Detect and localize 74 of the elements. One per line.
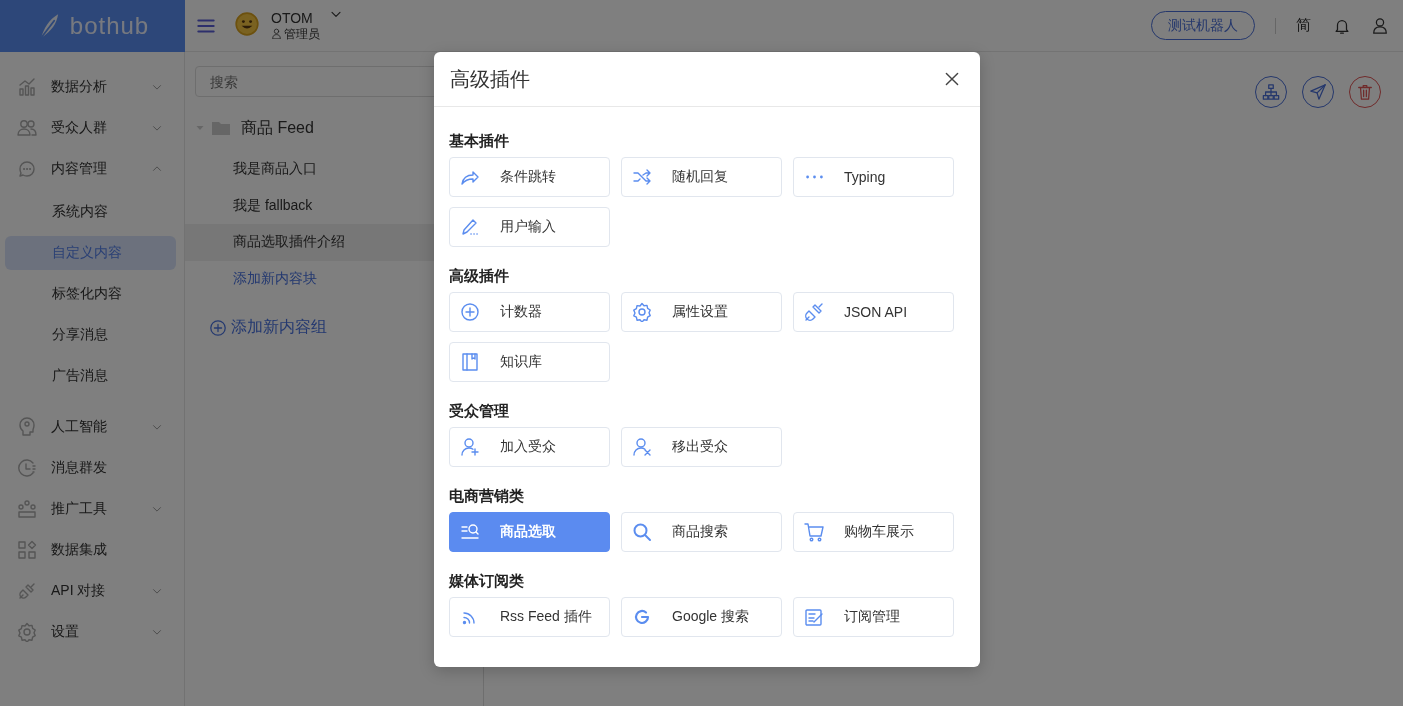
g-logo-icon xyxy=(632,607,652,627)
submenu-item[interactable]: 标签化内容 xyxy=(5,277,176,311)
section-title: 高级插件 xyxy=(449,266,510,286)
menu-item[interactable]: 推广工具 xyxy=(0,488,184,529)
menu-item[interactable]: 受众人群 xyxy=(0,107,184,148)
chat-icon xyxy=(17,158,37,179)
plug-icon xyxy=(804,302,824,322)
smiley-icon xyxy=(235,11,259,36)
plugin-button[interactable]: Typing xyxy=(793,157,954,197)
add-group-link[interactable]: 添加新内容组 xyxy=(209,317,327,338)
menu-item[interactable]: 设置 xyxy=(0,611,184,652)
apps-icon xyxy=(17,539,37,560)
dots-icon xyxy=(805,175,823,179)
dialog-title: 高级插件 xyxy=(450,66,530,92)
plugin-button[interactable]: JSON API xyxy=(793,292,954,332)
user-remove-icon xyxy=(632,437,652,457)
plugin-button[interactable]: 订阅管理 xyxy=(793,597,954,637)
plugin-button[interactable]: 知识库 xyxy=(449,342,610,382)
section-title: 媒体订阅类 xyxy=(449,571,525,591)
close-button[interactable] xyxy=(944,71,960,87)
structure-button[interactable] xyxy=(1255,76,1287,108)
list-search-icon xyxy=(460,522,480,542)
add-block-link[interactable]: 添加新内容块 xyxy=(233,269,317,288)
hierarchy-icon xyxy=(1262,83,1280,101)
plugin-button[interactable]: 计数器 xyxy=(449,292,610,332)
plugin-button[interactable]: 移出受众 xyxy=(621,427,782,467)
user-role: 管理员 xyxy=(284,25,320,42)
search-icon xyxy=(632,522,652,542)
send-icon xyxy=(1309,83,1327,101)
plugin-button[interactable]: 属性设置 xyxy=(621,292,782,332)
section-title: 受众管理 xyxy=(449,401,510,421)
plugin-button[interactable]: 用户输入 xyxy=(449,207,610,247)
send-button[interactable] xyxy=(1302,76,1334,108)
menu-item[interactable]: 内容管理 xyxy=(0,148,184,189)
menu-item[interactable]: 消息群发 xyxy=(0,447,184,488)
logo-text: bothub xyxy=(69,12,150,40)
gear-icon xyxy=(632,302,652,322)
person-icon xyxy=(271,28,282,39)
close-icon xyxy=(944,71,960,87)
podium-icon xyxy=(17,498,37,519)
people-icon xyxy=(17,117,37,138)
plugin-button[interactable]: 加入受众 xyxy=(449,427,610,467)
plugin-button[interactable]: 购物车展示 xyxy=(793,512,954,552)
plus-circle-icon xyxy=(209,318,227,337)
submenu-item[interactable]: 系统内容 xyxy=(5,195,176,229)
plugin-button[interactable]: 条件跳转 xyxy=(449,157,610,197)
plugin-button[interactable]: 商品选取 xyxy=(449,512,610,552)
cart-icon xyxy=(804,522,824,542)
menu-item[interactable]: 数据分析 xyxy=(0,66,184,107)
plugin-button[interactable]: 随机回复 xyxy=(621,157,782,197)
shuffle-icon xyxy=(632,167,652,187)
chart-icon xyxy=(17,76,37,97)
language-toggle[interactable]: 简 xyxy=(1296,16,1311,35)
head-icon xyxy=(17,416,37,437)
checklist-icon xyxy=(804,607,824,627)
trash-icon xyxy=(1356,83,1374,101)
plugin-button[interactable]: 商品搜索 xyxy=(621,512,782,552)
book-icon xyxy=(460,352,480,372)
section-title: 基本插件 xyxy=(449,131,510,151)
pencil-icon xyxy=(460,217,480,237)
plugin-button[interactable]: Rss Feed 插件 xyxy=(449,597,610,637)
menu-item[interactable]: 数据集成 xyxy=(0,529,184,570)
user-plus-icon xyxy=(460,437,480,457)
plus-circle-icon xyxy=(460,302,480,322)
delete-button[interactable] xyxy=(1349,76,1381,108)
submenu-item[interactable]: 广告消息 xyxy=(5,359,176,393)
submenu-item[interactable]: 分享消息 xyxy=(5,318,176,352)
clock-icon xyxy=(17,457,37,478)
gear-icon xyxy=(17,621,37,642)
section-title: 电商营销类 xyxy=(449,486,525,506)
plugin-button[interactable]: Google 搜索 xyxy=(621,597,782,637)
menu-item[interactable]: 人工智能 xyxy=(0,406,184,447)
user-name: OTOM xyxy=(271,9,314,26)
menu-item[interactable]: API 对接 xyxy=(0,570,184,611)
